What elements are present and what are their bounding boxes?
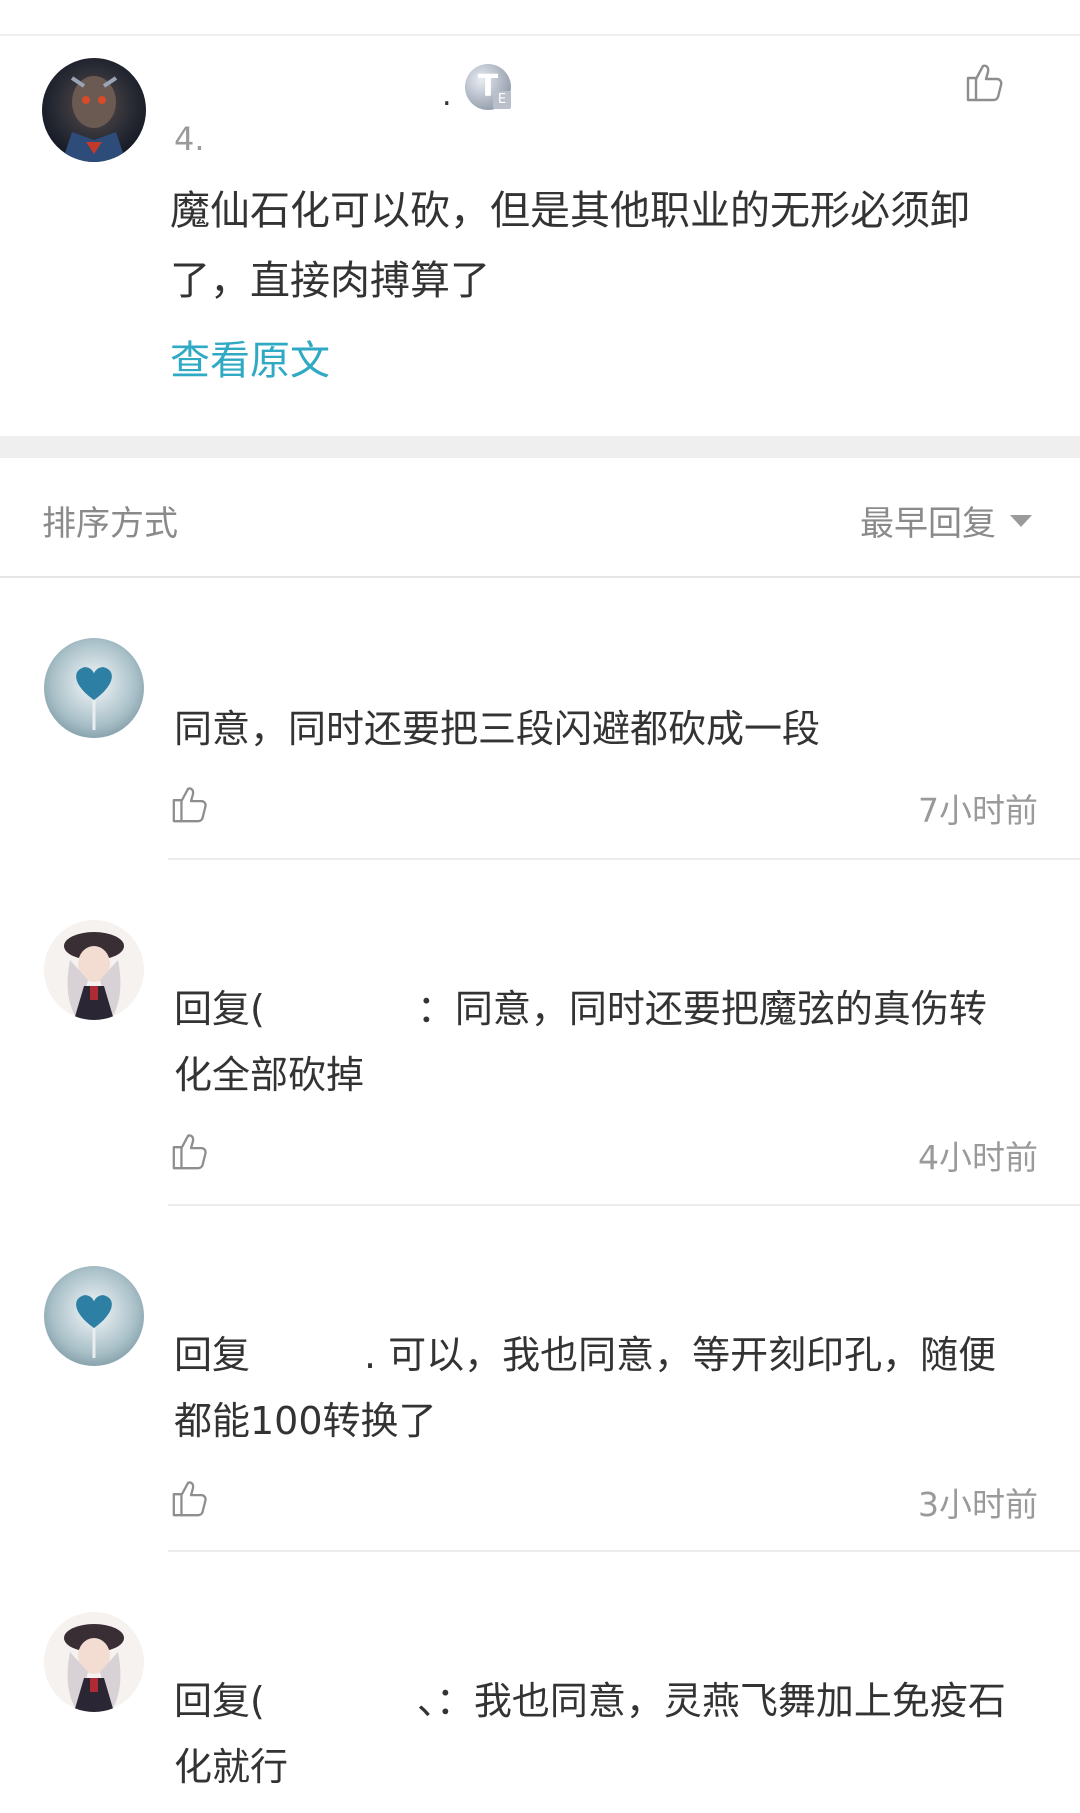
post-author-avatar[interactable] [42, 58, 146, 162]
reply-divider [168, 1550, 1080, 1552]
thumbs-up-icon[interactable] [170, 1477, 212, 1519]
thumbs-up-icon[interactable] [964, 60, 1008, 104]
reply-avatar[interactable] [44, 920, 144, 1020]
thumbs-up-icon[interactable] [170, 783, 212, 825]
reply-text: 回复 . 可以，我也同意，等开刻印孔，随便都能100转换了 [174, 1333, 997, 1443]
thumbs-up-icon[interactable] [170, 1130, 212, 1172]
reply-divider [168, 1204, 1080, 1206]
reply-avatar[interactable] [44, 1612, 144, 1712]
level-sub-badge: E [493, 91, 511, 109]
reply-timestamp: 7小时前 [918, 791, 1038, 830]
post-body-text: 魔仙石化可以砍，但是其他职业的无形必须卸了，直接肉搏算了 [170, 188, 970, 304]
reply-divider [168, 858, 1080, 860]
reply-avatar[interactable] [44, 1266, 144, 1366]
top-strip [0, 0, 1080, 36]
reply-text: 回复( 、：我也同意，灵燕飞舞加上免疫石化就行 [174, 1679, 1006, 1789]
reply-text: 同意，同时还要把三段闪避都砍成一段 [174, 707, 821, 751]
reply-timestamp: 3小时前 [918, 1485, 1038, 1524]
sort-label: 排序方式 [42, 504, 178, 544]
sort-order-dropdown[interactable]: 最早回复 [860, 496, 1032, 545]
post-meta: 4. [174, 120, 205, 158]
reply-timestamp: 4小时前 [918, 1138, 1038, 1177]
sort-selected-value: 最早回复 [860, 504, 996, 544]
reply-text: 回复( ：同意，同时还要把魔弦的真伤转化全部砍掉 [174, 987, 987, 1097]
reply-avatar[interactable] [44, 638, 144, 738]
post-author-name-dot: . [442, 78, 452, 113]
caret-down-icon [1010, 514, 1032, 527]
view-original-link[interactable]: 查看原文 [170, 328, 330, 386]
section-divider [0, 436, 1080, 458]
sort-bar: 排序方式 最早回复 [0, 458, 1080, 578]
